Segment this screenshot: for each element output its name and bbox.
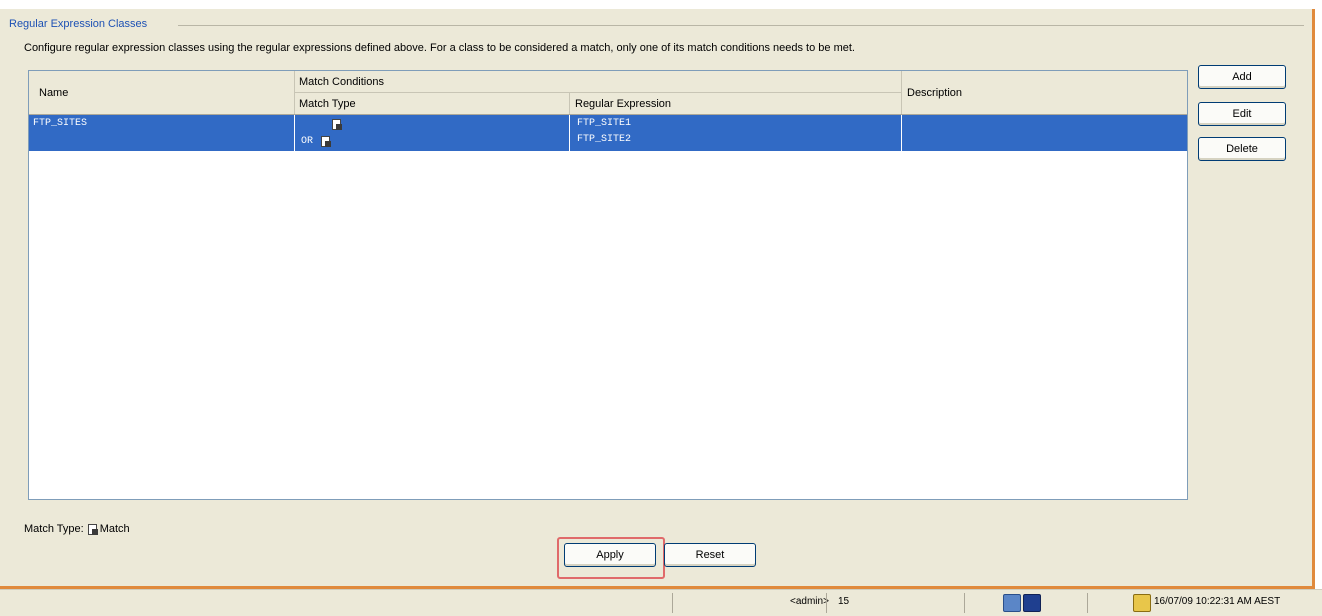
header-name[interactable]: Name xyxy=(39,87,68,99)
or-label: OR xyxy=(301,136,314,147)
top-strip xyxy=(0,0,1322,9)
table-header: Name Match Conditions Match Type Regular… xyxy=(29,71,1187,115)
status-user: <admin> xyxy=(790,596,829,607)
status-datetime: 16/07/09 10:22:31 AM AEST xyxy=(1154,596,1281,607)
match-icon xyxy=(87,523,98,535)
header-match-type[interactable]: Match Type xyxy=(299,98,356,110)
legend-label: Match Type: xyxy=(24,523,84,535)
row-name: FTP_SITES xyxy=(33,118,88,129)
lock-icon xyxy=(1133,594,1151,612)
group-title: Regular Expression Classes xyxy=(9,18,152,30)
table-row[interactable]: FTP_SITES OR FTP_SITE1 FTP_SITE2 xyxy=(29,115,1187,151)
status-privilege: 15 xyxy=(838,596,850,607)
apply-button[interactable]: Apply xyxy=(564,543,656,567)
group-divider xyxy=(178,25,1304,26)
regex-classes-panel: Regular Expression Classes Configure reg… xyxy=(0,9,1315,589)
status-bar: <admin> 15 16/07/09 10:22:31 AM AEST xyxy=(0,589,1322,616)
network-status-icon xyxy=(1003,594,1021,612)
save-status-icon xyxy=(1023,594,1041,612)
match-type-legend: Match Type: Match xyxy=(24,523,130,535)
row-expression: FTP_SITE1 xyxy=(577,118,632,129)
match-icon xyxy=(332,119,342,130)
row-expression: FTP_SITE2 xyxy=(577,134,632,145)
reset-button[interactable]: Reset xyxy=(664,543,756,567)
match-icon xyxy=(321,136,331,147)
header-match-conditions: Match Conditions xyxy=(299,76,384,88)
header-regular-expression[interactable]: Regular Expression xyxy=(575,98,671,110)
instructions-text: Configure regular expression classes usi… xyxy=(24,42,855,54)
edit-button[interactable]: Edit xyxy=(1198,102,1286,126)
add-button[interactable]: Add xyxy=(1198,65,1286,89)
header-description[interactable]: Description xyxy=(907,87,962,99)
delete-button[interactable]: Delete xyxy=(1198,137,1286,161)
regex-classes-table: Name Match Conditions Match Type Regular… xyxy=(28,70,1188,500)
legend-match-label: Match xyxy=(99,523,130,535)
